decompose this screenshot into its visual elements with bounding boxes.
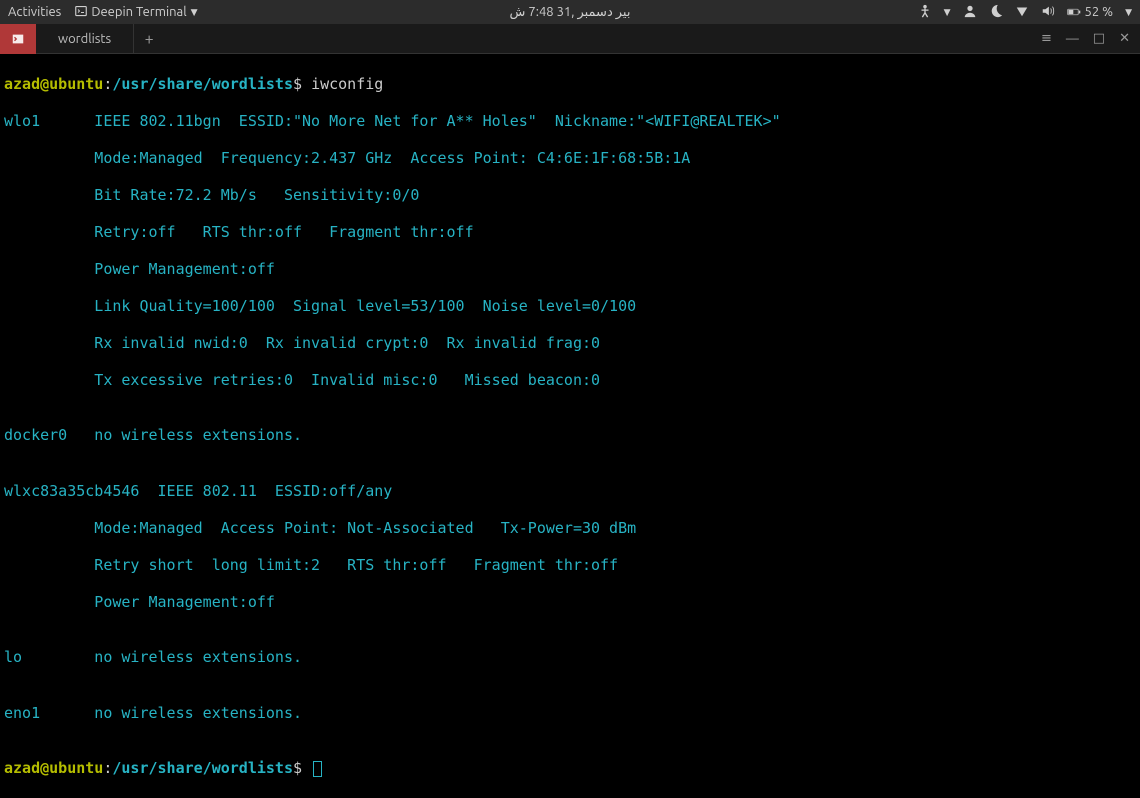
tab-wordlists[interactable]: wordlists xyxy=(36,24,134,54)
app-menu[interactable]: Deepin Terminal ▼ xyxy=(75,5,197,20)
maximize-button[interactable]: □ xyxy=(1093,31,1105,46)
close-button[interactable]: ✕ xyxy=(1119,31,1130,46)
output-line: Power Management:off xyxy=(4,593,1136,612)
output-line: Tx excessive retries:0 Invalid misc:0 Mi… xyxy=(4,371,1136,390)
battery-indicator[interactable]: 52 % xyxy=(1067,5,1114,19)
output-line: wlo1 IEEE 802.11bgn ESSID:"No More Net f… xyxy=(4,112,1136,131)
prompt-at: @ xyxy=(40,75,49,93)
battery-label: 52 % xyxy=(1085,5,1114,19)
prompt-line: azad@ubuntu:/usr/share/wordlists$ xyxy=(4,759,1136,778)
output-line: Mode:Managed Access Point: Not-Associate… xyxy=(4,519,1136,538)
output-line: docker0 no wireless extensions. xyxy=(4,426,1136,445)
volume-icon[interactable] xyxy=(1041,4,1055,21)
active-tab-indicator[interactable] xyxy=(0,24,36,54)
menu-button[interactable]: ≡ xyxy=(1041,31,1052,46)
terminal-icon xyxy=(75,5,87,20)
output-line: Link Quality=100/100 Signal level=53/100… xyxy=(4,297,1136,316)
dropdown-icon: ▼ xyxy=(1125,7,1132,18)
prompt-dollar: $ xyxy=(293,759,311,777)
output-line: Power Management:off xyxy=(4,260,1136,279)
night-icon[interactable] xyxy=(989,4,1003,21)
new-tab-button[interactable]: + xyxy=(134,30,164,48)
output-line: Bit Rate:72.2 Mb/s Sensitivity:0/0 xyxy=(4,186,1136,205)
prompt-path: /usr/share/wordlists xyxy=(112,759,293,777)
activities-button[interactable]: Activities xyxy=(8,5,61,19)
dropdown-icon: ▼ xyxy=(191,7,198,18)
terminal-content[interactable]: azad@ubuntu:/usr/share/wordlists$ iwconf… xyxy=(0,54,1140,798)
prompt-path: /usr/share/wordlists xyxy=(112,75,293,93)
output-line: Mode:Managed Frequency:2.437 GHz Access … xyxy=(4,149,1136,168)
topbar-left: Activities Deepin Terminal ▼ xyxy=(8,5,198,20)
prompt-host: ubuntu xyxy=(49,759,103,777)
output-line: Rx invalid nwid:0 Rx invalid crypt:0 Rx … xyxy=(4,334,1136,353)
network-icon[interactable] xyxy=(1015,4,1029,21)
command-text: iwconfig xyxy=(311,75,383,93)
clock[interactable]: بیر دسمبر ,31 7:48 ش xyxy=(510,5,631,20)
user-icon[interactable] xyxy=(963,4,977,21)
prompt-dollar: $ xyxy=(293,75,311,93)
topbar-right: ▼ 52 % ▼ xyxy=(918,4,1132,21)
output-line: Retry:off RTS thr:off Fragment thr:off xyxy=(4,223,1136,242)
prompt-user: azad xyxy=(4,759,40,777)
accessibility-icon[interactable] xyxy=(918,4,932,21)
tab-label: wordlists xyxy=(58,32,111,46)
gnome-topbar: Activities Deepin Terminal ▼ بیر دسمبر ,… xyxy=(0,0,1140,24)
output-line: lo no wireless extensions. xyxy=(4,648,1136,667)
prompt-colon: : xyxy=(103,759,112,777)
output-line: eno1 no wireless extensions. xyxy=(4,704,1136,723)
prompt-user: azad xyxy=(4,75,40,93)
minimize-button[interactable]: — xyxy=(1066,32,1079,46)
prompt-at: @ xyxy=(40,759,49,777)
prompt-line: azad@ubuntu:/usr/share/wordlists$ iwconf… xyxy=(4,75,1136,94)
terminal-tabbar: wordlists + ≡ — □ ✕ xyxy=(0,24,1140,54)
window-controls: ≡ — □ ✕ xyxy=(1041,31,1140,46)
app-name-label: Deepin Terminal xyxy=(91,5,186,19)
dropdown-icon: ▼ xyxy=(944,7,951,18)
output-line: wlxc83a35cb4546 IEEE 802.11 ESSID:off/an… xyxy=(4,482,1136,501)
cursor xyxy=(313,761,322,777)
prompt-host: ubuntu xyxy=(49,75,103,93)
output-line: Retry short long limit:2 RTS thr:off Fra… xyxy=(4,556,1136,575)
